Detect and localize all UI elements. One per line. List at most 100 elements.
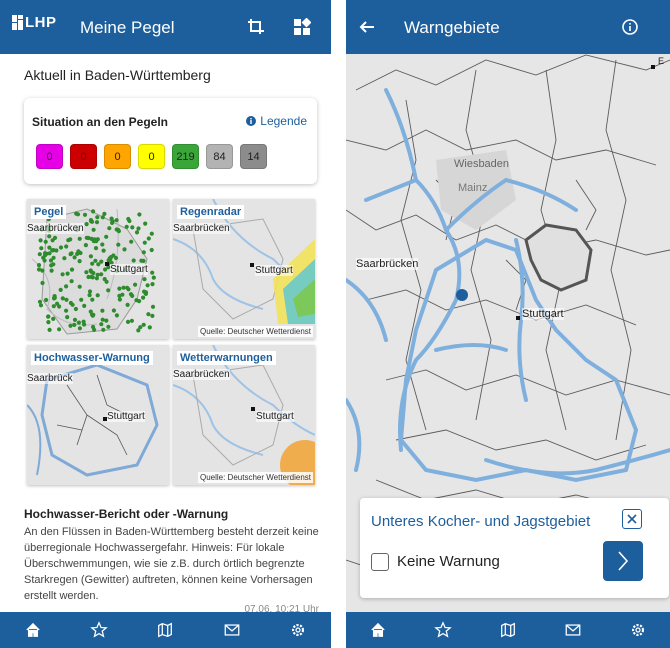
gauge-dot xyxy=(127,218,132,224)
warning-status: Keine Warnung xyxy=(397,553,500,570)
region-name: Unteres Kocher- und Jagstgebiet xyxy=(371,513,591,530)
gauge-dot xyxy=(139,258,144,263)
gauge-dot xyxy=(124,224,129,229)
gauge-dot xyxy=(84,222,89,227)
gauge-dot xyxy=(133,282,138,287)
warning-checkbox[interactable] xyxy=(371,553,389,571)
gauge-dot xyxy=(64,244,69,249)
level-badge[interactable]: 84 xyxy=(206,144,233,169)
close-popup-button[interactable] xyxy=(622,509,642,529)
tile-pegel[interactable]: Pegel Saarbrücken Stuttgart xyxy=(27,199,169,339)
gauge-dot xyxy=(95,215,100,220)
map-label-stuttgart: Stuttgart xyxy=(110,264,148,275)
gauge-dot xyxy=(90,297,95,302)
gauge-dot xyxy=(50,248,55,253)
bottom-nav xyxy=(0,612,331,648)
info-button[interactable] xyxy=(620,17,640,37)
gauge-dot xyxy=(101,327,106,332)
gauge-dot xyxy=(104,279,109,284)
nav-favorites-button[interactable] xyxy=(423,612,463,648)
gauge-dot xyxy=(47,234,52,239)
map-label-wiesbaden: Wiesbaden xyxy=(454,158,510,170)
map-label-stuttgart: Stuttgart xyxy=(255,265,293,276)
gauge-dot xyxy=(89,274,94,279)
gauge-dot xyxy=(76,249,81,254)
tile-wetterwarnungen[interactable]: Wetterwarnungen Saarbrücken Stuttgart Qu… xyxy=(173,345,315,485)
gauge-dot xyxy=(95,272,100,277)
gauge-dot xyxy=(149,247,154,253)
nav-messages-button[interactable] xyxy=(553,612,593,648)
back-button[interactable] xyxy=(356,16,378,38)
nav-map-button[interactable] xyxy=(488,612,528,648)
gauge-dot xyxy=(64,284,69,289)
arrow-left-icon xyxy=(359,21,374,33)
app-bar: LHP Meine Pegel xyxy=(0,0,331,54)
situation-card: Situation an den Pegeln Legende 0 0 0 0 219 8… xyxy=(24,98,317,184)
gauge-dot xyxy=(141,250,146,255)
gauge-dot xyxy=(81,319,86,324)
gauge-dot xyxy=(44,297,49,303)
legend-label: Legende xyxy=(260,114,307,128)
city-marker-stuttgart xyxy=(105,262,109,266)
gauge-dot xyxy=(69,279,74,284)
gauge-dot xyxy=(94,220,100,225)
tile-regenradar[interactable]: Regenradar Saarbrücken Stuttgart Quelle:… xyxy=(173,199,315,339)
gauge-dot xyxy=(95,293,100,298)
gauge-dot xyxy=(91,312,96,317)
nav-map-button[interactable] xyxy=(145,612,185,648)
map-label-saarbruecken: Saarbrück xyxy=(27,373,73,384)
gauge-dot xyxy=(90,261,95,266)
gauge-dot xyxy=(146,312,151,317)
nav-settings-button[interactable] xyxy=(618,612,658,648)
gauge-dot xyxy=(64,308,69,313)
gauge-dot xyxy=(68,300,73,306)
nav-favorites-button[interactable] xyxy=(79,612,119,648)
gauge-dot xyxy=(39,246,44,251)
gauge-dot xyxy=(131,258,136,263)
dashboard-icon xyxy=(294,18,311,35)
app-title: Warngebiete xyxy=(404,18,500,37)
nav-settings-button[interactable] xyxy=(278,612,318,648)
gauge-dot xyxy=(84,270,89,275)
crop-button[interactable] xyxy=(246,17,266,37)
nav-messages-button[interactable] xyxy=(212,612,252,648)
level-badge[interactable]: 0 xyxy=(138,144,165,169)
gauge-dot xyxy=(104,234,109,239)
map-label-saarbruecken: Saarbrücken xyxy=(27,223,84,234)
map-label-stuttgart: Stuttgart xyxy=(107,411,145,422)
gauge-dot xyxy=(111,308,116,313)
bottom-nav xyxy=(346,612,670,648)
nav-home-button[interactable] xyxy=(358,612,398,648)
chevron-right-icon xyxy=(618,551,629,571)
level-badge[interactable]: 0 xyxy=(70,144,97,169)
level-badge[interactable]: 0 xyxy=(36,144,63,169)
gauge-dot xyxy=(137,212,142,217)
gauge-dot xyxy=(66,238,71,243)
gauge-dot xyxy=(46,314,51,319)
map-label-saarbruecken: Saarbrücken xyxy=(356,258,419,270)
legend-link[interactable]: Legende xyxy=(246,114,307,128)
level-badge[interactable]: 0 xyxy=(104,144,131,169)
level-badges: 0 0 0 0 219 84 14 xyxy=(36,144,267,169)
gauge-dot xyxy=(141,322,146,327)
nav-home-button[interactable] xyxy=(13,612,53,648)
gauge-dot xyxy=(117,293,122,298)
gauge-dot xyxy=(77,284,82,289)
gauge-dot xyxy=(52,294,57,299)
gauge-dot xyxy=(130,225,135,230)
gauge-dot xyxy=(106,288,111,293)
level-badge[interactable]: 219 xyxy=(172,144,199,169)
level-badge[interactable]: 14 xyxy=(240,144,267,169)
tile-hochwasser-warnung[interactable]: Hochwasser-Warnung Saarbrück Stuttgart xyxy=(27,345,169,485)
gauge-dot xyxy=(77,259,82,264)
tile-hochwasser-label: Hochwasser-Warnung xyxy=(31,351,153,365)
dashboard-button[interactable] xyxy=(292,17,312,37)
gauge-dot xyxy=(91,209,96,214)
region-details-button[interactable] xyxy=(603,541,643,581)
tile-regenradar-label: Regenradar xyxy=(177,205,245,219)
gauge-dot xyxy=(57,304,62,309)
gauge-dot xyxy=(36,263,42,268)
tile-pegel-label: Pegel xyxy=(31,205,67,219)
gauge-dot xyxy=(51,304,56,309)
gauge-dot xyxy=(100,242,105,247)
